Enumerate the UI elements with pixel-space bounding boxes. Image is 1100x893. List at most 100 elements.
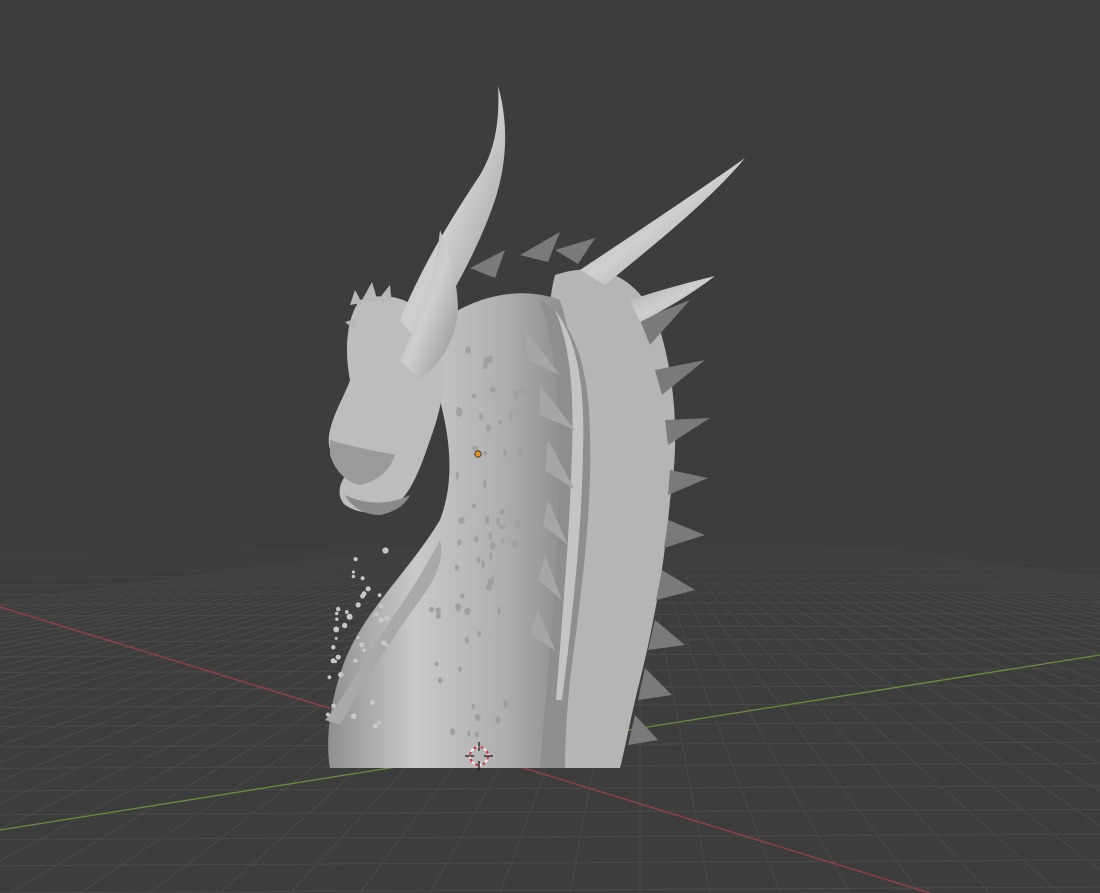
scale-bump [529,462,535,469]
scale-bump [483,479,487,489]
throat-scale [356,636,360,640]
throat-scale [351,574,356,579]
throat-scale [350,713,357,720]
dragon-head-model[interactable] [325,86,745,768]
scale-bump [471,393,477,399]
scale-bump [508,411,513,420]
scale-bump [471,704,476,710]
throat-scale [325,712,330,717]
scale-bump [450,728,455,735]
throat-scale [351,570,355,574]
throat-scale [370,700,375,706]
scale-bump [513,390,520,400]
throat-scale [365,586,371,592]
grid-line [0,808,1100,816]
throat-scale [327,675,332,680]
throat-scale [334,636,338,640]
scale-bump [464,636,469,644]
scale-bump [490,575,495,585]
scale-bump [435,607,441,613]
throat-scale [372,723,378,729]
grid-line [0,785,1100,792]
scale-bump [481,560,485,569]
scale-bump [464,607,471,616]
scale-bump [471,503,477,509]
scale-bump [479,412,483,420]
scale-bump [472,445,478,451]
scale-bump [455,471,459,480]
scale-bump [522,557,529,563]
throat-scale [333,626,340,633]
scale-bump [458,666,462,672]
throat-scale [377,721,381,725]
scale-bump [484,515,490,525]
throat-scale [377,593,382,598]
scale-bump [497,419,503,425]
scale-bump [515,520,520,530]
scale-bump [511,539,518,549]
throat-scale [335,617,339,621]
throat-scale [360,593,365,599]
scale-bump [534,524,541,532]
scale-bump [517,446,524,456]
throat-scale [384,615,390,621]
throat-scale [346,613,353,620]
throat-scale [344,610,349,614]
3d-viewport[interactable] [0,0,1100,893]
throat-scale [359,642,365,648]
scale-bump [456,406,460,412]
scale-bump [474,713,481,722]
scale-bump [528,369,532,374]
scale-bump [465,346,471,354]
scale-bump [486,583,493,591]
scale-bump [454,564,460,571]
scale-bump [495,716,501,724]
scale-bump [429,606,434,613]
throat-scale [355,602,361,608]
scale-bump [484,356,489,366]
scale-bump [489,386,497,393]
scale-bump [460,593,465,599]
object-origin-dot [474,450,482,458]
viewport-canvas[interactable] [0,0,1100,893]
scale-bump [485,424,492,433]
throat-scale [330,658,336,664]
throat-scale [335,654,341,660]
scale-bump [489,552,493,561]
scale-bump [498,524,506,530]
throat-scale [374,612,379,617]
scale-bump [438,677,443,684]
scale-bump [496,517,500,526]
scale-bump [482,450,488,456]
scale-bump [455,603,462,612]
scale-bump [536,559,542,568]
scale-bump [519,388,526,395]
throat-scale [360,576,365,581]
scale-bump [489,542,496,550]
scale-bump [499,509,505,515]
throat-scale [331,645,336,650]
throat-scale [381,640,387,646]
scale-bump [467,730,471,737]
scale-bump [534,446,538,453]
scale-bump [503,449,507,458]
scale-bump [496,606,501,615]
scale-bump [536,407,542,413]
scale-bump [503,699,508,709]
throat-scale [338,672,344,678]
throat-scale [353,557,358,562]
throat-scale [382,547,389,554]
scale-bump [474,731,479,738]
scale-bump [477,630,482,638]
grid-line [0,886,1100,893]
scale-bump [458,517,465,524]
throat-scale [342,622,348,629]
throat-scale [331,703,336,709]
throat-scale [335,611,339,616]
scale-bump [527,435,533,441]
throat-scale [379,604,384,609]
scale-bump [523,516,529,524]
scale-bump [457,539,462,546]
throat-scale [378,617,384,623]
scale-bump [476,557,481,563]
